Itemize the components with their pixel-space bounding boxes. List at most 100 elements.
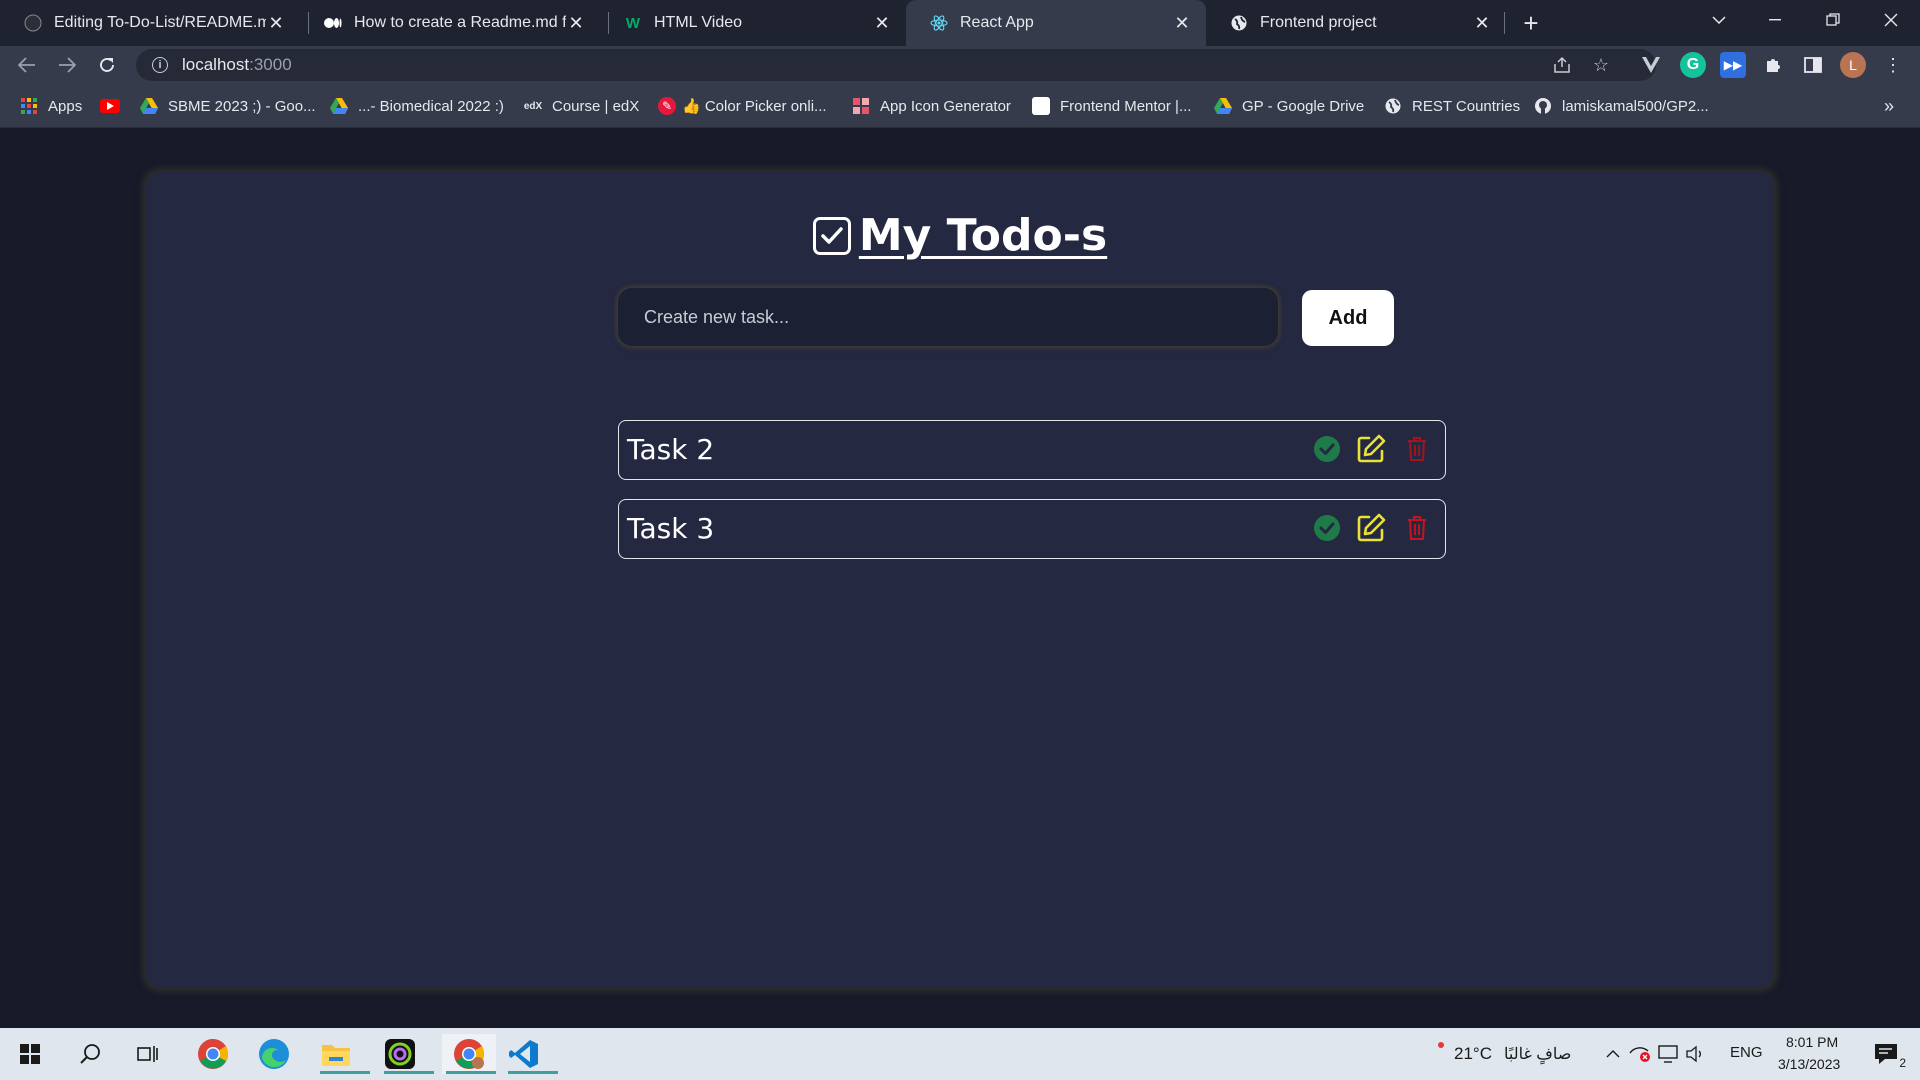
apps-grid-icon: [20, 97, 38, 115]
file-explorer-icon[interactable]: [316, 1034, 370, 1074]
menu-kebab-icon[interactable]: ⋮: [1880, 52, 1906, 78]
tab-frontend-project[interactable]: Frontend project ✕: [1206, 0, 1506, 46]
tab-react-app[interactable]: React App ✕: [906, 0, 1206, 46]
share-icon[interactable]: [1547, 50, 1577, 80]
profile-avatar[interactable]: L: [1840, 52, 1866, 78]
side-panel-icon[interactable]: [1800, 52, 1826, 78]
github-icon: [1534, 97, 1552, 115]
new-task-input[interactable]: [618, 288, 1278, 346]
bookmark-frontend-mentor[interactable]: Frontend Mentor |...: [1032, 94, 1191, 118]
bookmarks-bar: Apps SBME 2023 ;) - Goo... ...- Biomedic…: [0, 84, 1920, 128]
bookmark-github-gp2[interactable]: lamiskamal500/GP2...: [1534, 94, 1709, 118]
clock-date[interactable]: 3/13/2023: [1778, 1056, 1840, 1072]
task-name: Task 2: [627, 433, 715, 466]
grammarly-icon[interactable]: G: [1680, 52, 1706, 78]
display-icon[interactable]: [1656, 1034, 1680, 1074]
running-indicator: [508, 1071, 558, 1074]
bookmark-label: Apps: [48, 97, 83, 115]
page-viewport: My Todo-s Add Task 2 Task 3: [0, 128, 1920, 1028]
close-icon[interactable]: ✕: [266, 13, 286, 33]
weather-description: صافٍ غالبًا: [1504, 1046, 1572, 1063]
complete-check-icon[interactable]: [1309, 510, 1345, 546]
edge-icon[interactable]: [254, 1034, 294, 1074]
bookmark-star-icon[interactable]: ☆: [1586, 50, 1616, 80]
bookmark-label: ...- Biomedical 2022 :): [358, 97, 504, 115]
address-bar[interactable]: i localhost:3000: [136, 49, 1656, 81]
bookmark-app-icon-generator[interactable]: App Icon Generator: [852, 94, 1011, 118]
bookmark-color-picker[interactable]: ✎ 👍 Color Picker onli...: [658, 94, 827, 118]
chrome-icon[interactable]: [193, 1034, 233, 1074]
forward-icon[interactable]: [52, 50, 82, 80]
google-drive-icon: [140, 97, 158, 115]
chrome-profile-icon[interactable]: [442, 1034, 496, 1074]
google-drive-icon: [1214, 97, 1232, 115]
url-port: :3000: [249, 55, 292, 74]
edit-icon[interactable]: [1353, 431, 1389, 467]
windows-taskbar: 21°C صافٍ غالبًا ENG 8:01 PM 3/13/2023 2: [0, 1028, 1920, 1080]
close-window-icon[interactable]: [1868, 0, 1914, 40]
restore-icon[interactable]: [1810, 0, 1856, 40]
bookmark-apps[interactable]: Apps: [20, 94, 82, 118]
minimize-icon[interactable]: [1752, 0, 1798, 40]
tab-readme-howto[interactable]: How to create a Readme.md file? ✕: [300, 0, 600, 46]
extension-arrows-icon[interactable]: ▶▶: [1720, 52, 1746, 78]
bookmark-sbme-2023[interactable]: SBME 2023 ;) - Goo...: [140, 94, 316, 118]
youtube-icon: [100, 99, 120, 113]
chevron-up-icon[interactable]: [1602, 1034, 1624, 1074]
language-indicator[interactable]: ENG: [1730, 1044, 1763, 1061]
obs-app-icon[interactable]: [380, 1034, 434, 1074]
notifications-icon[interactable]: 2: [1866, 1034, 1906, 1074]
url-text: localhost:3000: [182, 55, 292, 75]
search-icon[interactable]: [70, 1034, 110, 1074]
vue-devtools-icon[interactable]: [1638, 52, 1664, 78]
weather-temperature: 21°C: [1454, 1044, 1492, 1063]
tab-search-chevron-icon[interactable]: [1696, 0, 1742, 40]
task-view-icon[interactable]: [128, 1034, 168, 1074]
close-icon[interactable]: ✕: [1472, 13, 1492, 33]
clock-time[interactable]: 8:01 PM: [1786, 1034, 1838, 1050]
add-task-button[interactable]: Add: [1302, 290, 1394, 346]
back-icon[interactable]: [12, 50, 42, 80]
volume-icon[interactable]: [1684, 1034, 1708, 1074]
reload-icon[interactable]: [92, 50, 122, 80]
close-icon[interactable]: ✕: [872, 13, 892, 33]
delete-trash-icon[interactable]: [1399, 510, 1435, 546]
tab-label: Editing To-Do-List/README.md a: [54, 14, 266, 31]
tab-separator: [1504, 12, 1505, 34]
tab-label: React App: [960, 14, 1034, 31]
edx-icon: edX: [523, 100, 543, 112]
complete-check-icon[interactable]: [1309, 431, 1345, 467]
notifications-count: 2: [1899, 1056, 1906, 1070]
network-error-icon[interactable]: [1628, 1034, 1652, 1074]
bookmark-gp-google-drive[interactable]: GP - Google Drive: [1214, 94, 1364, 118]
new-tab-button[interactable]: +: [1516, 8, 1546, 38]
extensions-puzzle-icon[interactable]: [1760, 52, 1786, 78]
bookmark-label: Frontend Mentor |...: [1060, 97, 1192, 115]
tab-editing-readme[interactable]: Editing To-Do-List/README.md a ✕: [0, 0, 300, 46]
running-indicator: [446, 1071, 496, 1074]
bookmarks-overflow-button[interactable]: »: [1884, 94, 1894, 118]
edit-icon[interactable]: [1353, 510, 1389, 546]
windows-start-icon[interactable]: [10, 1034, 50, 1074]
page-title-text: My Todo-s: [858, 210, 1108, 261]
tab-label: HTML Video: [654, 14, 743, 31]
bookmark-youtube[interactable]: [100, 94, 130, 118]
close-icon[interactable]: ✕: [1172, 13, 1192, 33]
bookmark-label: GP - Google Drive: [1242, 97, 1365, 115]
bookmark-edx[interactable]: edX Course | edX: [524, 94, 639, 118]
running-indicator: [384, 1071, 434, 1074]
bookmark-rest-countries[interactable]: REST Countries: [1384, 94, 1520, 118]
close-icon[interactable]: ✕: [566, 13, 586, 33]
browser-toolbar: i localhost:3000 ☆ G ▶▶ L ⋮: [0, 46, 1920, 84]
vscode-icon[interactable]: [504, 1034, 558, 1074]
weather-icon[interactable]: [1412, 1034, 1452, 1074]
bookmark-label: 👍 Color Picker onli...: [682, 98, 827, 115]
site-info-icon[interactable]: i: [152, 57, 168, 73]
todo-card: My Todo-s Add Task 2 Task 3: [146, 172, 1774, 988]
bookmark-biomedical-2022[interactable]: ...- Biomedical 2022 :): [330, 94, 504, 118]
app-icon-generator-icon: [852, 97, 870, 115]
globe-icon: [1384, 97, 1402, 115]
delete-trash-icon[interactable]: [1399, 431, 1435, 467]
color-picker-icon: ✎: [658, 97, 676, 115]
tab-html-video[interactable]: W HTML Video ✕: [600, 0, 906, 46]
